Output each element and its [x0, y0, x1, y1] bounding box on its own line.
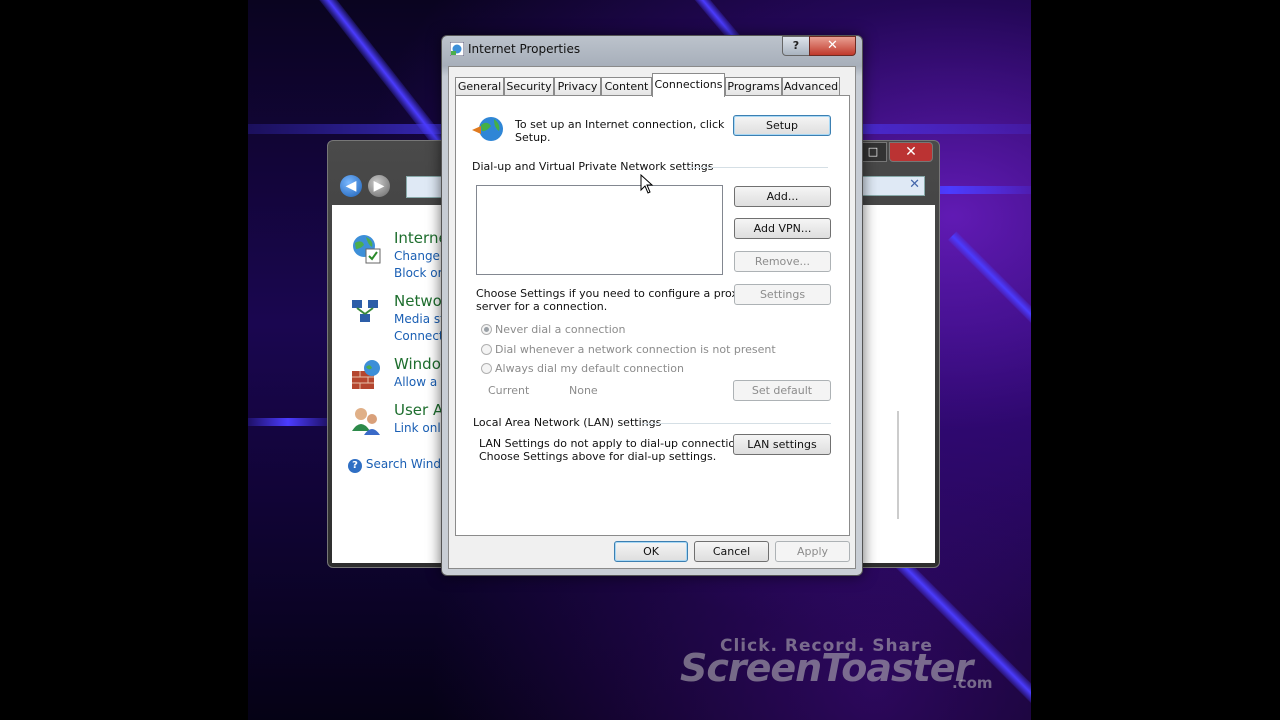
setup-instruction-text: Setup. [515, 131, 551, 144]
radio-label: Dial whenever a network connection is no… [495, 343, 776, 356]
set-default-button[interactable]: Set default [733, 380, 831, 401]
proxy-instruction-text: Choose Settings if you need to configure… [476, 287, 745, 300]
watermark-suffix: .com [952, 674, 993, 692]
tab-programs[interactable]: Programs [725, 77, 782, 96]
mouse-cursor-icon [640, 174, 654, 194]
desktop-light-beam [948, 231, 1031, 347]
setup-instruction-text: To set up an Internet connection, click [515, 118, 725, 131]
radio-label: Never dial a connection [495, 323, 626, 336]
section-divider [642, 423, 831, 424]
forward-arrow-icon[interactable]: ▶ [368, 175, 390, 197]
radio-label: Always dial my default connection [495, 362, 684, 375]
current-label: Current [488, 384, 530, 397]
dialog-body: General Security Privacy Content Connect… [448, 66, 856, 569]
scrollbar[interactable] [897, 411, 899, 519]
cp-item-link[interactable]: Media st [394, 312, 445, 326]
cp-item-link[interactable]: Connect [394, 329, 444, 343]
tab-connections[interactable]: Connections [652, 73, 725, 97]
cp-item-title[interactable]: Interne [394, 229, 448, 247]
apply-button[interactable]: Apply [775, 541, 850, 562]
search-clear-icon[interactable]: ✕ [855, 176, 925, 196]
maximize-button[interactable]: □ [859, 142, 887, 162]
cp-item-link[interactable]: Link onl [394, 421, 441, 435]
close-button[interactable]: ✕ [809, 36, 856, 56]
user-accounts-icon [352, 408, 380, 435]
cancel-button[interactable]: Cancel [694, 541, 769, 562]
internet-options-icon [353, 235, 381, 264]
tab-privacy[interactable]: Privacy [554, 77, 601, 96]
help-link-label: Search Windo [365, 457, 449, 471]
firewall-icon [352, 360, 380, 389]
lan-instruction-text: Choose Settings above for dial-up settin… [479, 450, 717, 463]
dialup-section-heading: Dial-up and Virtual Private Network sett… [472, 160, 714, 173]
cp-item-link[interactable]: Change [394, 249, 440, 263]
internet-properties-icon [450, 42, 464, 56]
cp-item-link[interactable]: Block or [394, 266, 443, 280]
cp-item-title[interactable]: Windo [394, 355, 441, 373]
radio-dial-whenever[interactable] [481, 344, 492, 355]
radio-never-dial[interactable] [481, 324, 492, 335]
connections-listbox[interactable] [476, 185, 723, 275]
network-icon [352, 300, 378, 322]
search-windows-help-link[interactable]: ? Search Windo [348, 457, 448, 473]
cp-item-title[interactable]: User A [394, 401, 443, 419]
back-arrow-icon[interactable]: ◀ [340, 175, 362, 197]
tab-general[interactable]: General [455, 77, 504, 96]
close-button[interactable]: ✕ [889, 142, 933, 162]
settings-button[interactable]: Settings [734, 284, 831, 305]
dialog-title: Internet Properties [468, 42, 581, 56]
tab-security[interactable]: Security [504, 77, 554, 96]
add-button[interactable]: Add... [734, 186, 831, 207]
setup-button[interactable]: Setup [733, 115, 831, 136]
radio-always-dial[interactable] [481, 363, 492, 374]
remove-button[interactable]: Remove... [734, 251, 831, 272]
tab-advanced[interactable]: Advanced [782, 77, 840, 96]
dialog-titlebar[interactable]: Internet Properties ? ✕ [442, 36, 862, 64]
current-value: None [569, 384, 598, 397]
tab-content[interactable]: Content [601, 77, 652, 96]
proxy-instruction-text: server for a connection. [476, 300, 608, 313]
globe-connection-icon [472, 117, 503, 141]
cp-item-title[interactable]: Netwo [394, 292, 442, 310]
section-divider [688, 167, 828, 168]
watermark-brand: ScreenToaster [680, 646, 973, 690]
lan-instruction-text: LAN Settings do not apply to dial-up con… [479, 437, 752, 450]
desktop-light-beam [248, 418, 328, 426]
add-vpn-button[interactable]: Add VPN... [734, 218, 831, 239]
lan-settings-button[interactable]: LAN settings [733, 434, 831, 455]
lan-section-heading: Local Area Network (LAN) settings [473, 416, 662, 429]
internet-properties-dialog: Internet Properties ? ✕ General Security… [441, 35, 863, 576]
help-icon: ? [348, 459, 362, 473]
ok-button[interactable]: OK [614, 541, 688, 562]
connections-panel: To set up an Internet connection, click … [455, 95, 850, 536]
help-button[interactable]: ? [782, 36, 810, 56]
